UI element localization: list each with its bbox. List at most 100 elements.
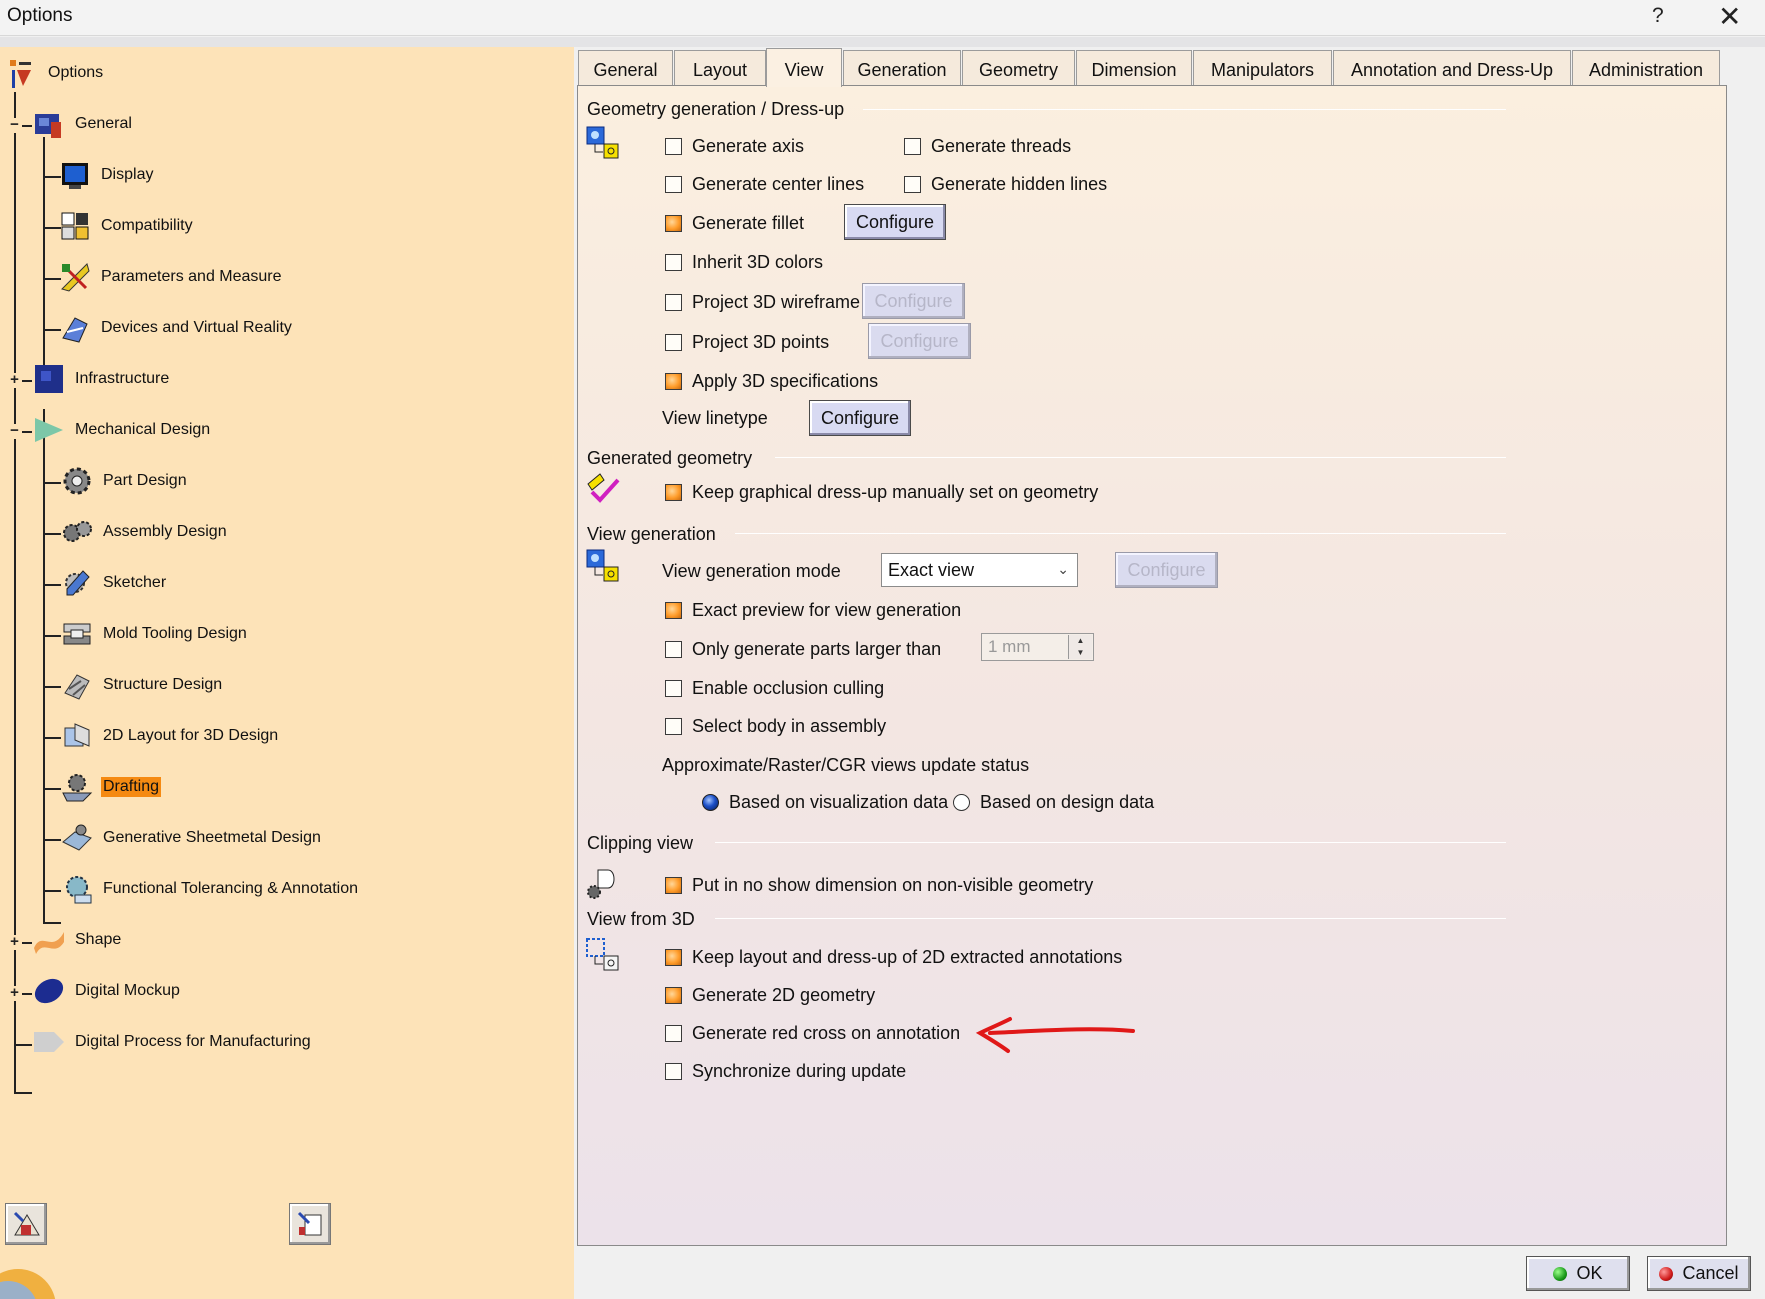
keep-layout-dressup-checkbox[interactable] <box>665 948 682 966</box>
based-on-design-option[interactable]: Based on design data <box>953 789 1154 815</box>
inherit-3d-colors-checkbox[interactable] <box>665 253 682 271</box>
keep-graphical-dressup-option[interactable]: Keep graphical dress-up manually set on … <box>665 479 1098 505</box>
synchronize-update-option[interactable]: Synchronize during update <box>665 1058 906 1084</box>
apply-3d-specifications-option[interactable]: Apply 3D specifications <box>665 368 878 394</box>
generate-red-cross-option[interactable]: Generate red cross on annotation <box>665 1020 960 1046</box>
generate-fillet-checkbox[interactable] <box>665 214 682 232</box>
tab-manipulators[interactable]: Manipulators <box>1193 50 1332 86</box>
expand-shape-toggle[interactable]: + <box>7 934 22 950</box>
tree-node-options[interactable]: Options <box>5 56 105 90</box>
configure-fillet-button[interactable]: Configure <box>844 204 946 240</box>
synchronize-update-checkbox[interactable] <box>665 1062 682 1080</box>
tree-node-sheetmetal[interactable]: Generative Sheetmetal Design <box>60 821 323 855</box>
tab-general[interactable]: General <box>578 50 673 86</box>
cancel-button[interactable]: Cancel <box>1647 1256 1751 1291</box>
tab-view[interactable]: View <box>766 48 842 87</box>
tree-node-dpm[interactable]: Digital Process for Manufacturing <box>32 1025 313 1059</box>
generate-axis-option[interactable]: Generate axis <box>665 133 804 159</box>
tab-dimension[interactable]: Dimension <box>1076 50 1192 86</box>
project-3d-wireframe-option[interactable]: Project 3D wireframe <box>665 289 860 315</box>
based-on-design-radio[interactable] <box>953 793 970 811</box>
inherit-3d-colors-option[interactable]: Inherit 3D colors <box>665 249 823 275</box>
help-button[interactable]: ? <box>1652 4 1664 28</box>
tree-node-digital-mockup[interactable]: Digital Mockup <box>32 974 182 1008</box>
tree-node-mechanical[interactable]: Mechanical Design <box>32 413 212 447</box>
based-on-visualization-radio[interactable] <box>702 793 719 811</box>
expand-digital-mockup-toggle[interactable]: + <box>7 985 22 1001</box>
keep-layout-dressup-option[interactable]: Keep layout and dress-up of 2D extracted… <box>665 944 1122 970</box>
based-on-visualization-option[interactable]: Based on visualization data <box>702 789 948 815</box>
tree-node-parameters[interactable]: Parameters and Measure <box>58 260 284 294</box>
generate-center-lines-checkbox[interactable] <box>665 175 682 193</box>
tree-node-shape[interactable]: Shape <box>32 923 123 957</box>
tree-node-drafting[interactable]: Drafting <box>60 770 162 804</box>
spinner-arrows[interactable]: ▲ ▼ <box>1068 635 1092 659</box>
generated-geometry-icon <box>587 473 620 503</box>
tree-label: Infrastructure <box>75 370 170 387</box>
close-button[interactable]: ✕ <box>1718 0 1741 33</box>
dump-parameters-button[interactable] <box>289 1203 331 1245</box>
select-body-checkbox[interactable] <box>665 717 682 735</box>
tree-node-assembly-design[interactable]: Assembly Design <box>60 515 229 549</box>
generate-2d-geometry-checkbox[interactable] <box>665 986 682 1004</box>
ok-button[interactable]: OK <box>1526 1256 1630 1291</box>
generate-2d-geometry-option[interactable]: Generate 2D geometry <box>665 982 875 1008</box>
tree-node-part-design[interactable]: Part Design <box>60 464 189 498</box>
exact-preview-checkbox[interactable] <box>665 601 682 619</box>
tree-node-general[interactable]: General <box>32 107 134 141</box>
tree-node-ftanda[interactable]: Functional Tolerancing & Annotation <box>60 872 360 906</box>
minimum-size-spinner[interactable]: 1 mm ▲ ▼ <box>981 633 1094 661</box>
reset-options-button[interactable] <box>5 1203 47 1245</box>
collapse-general-toggle[interactable]: − <box>7 117 22 133</box>
tab-layout[interactable]: Layout <box>674 50 766 86</box>
collapse-mechanical-toggle[interactable]: − <box>7 423 22 439</box>
keep-graphical-dressup-checkbox[interactable] <box>665 483 682 501</box>
expand-infrastructure-toggle[interactable]: + <box>7 372 22 388</box>
exact-preview-option[interactable]: Exact preview for view generation <box>665 597 961 623</box>
configure-points-button[interactable]: Configure <box>868 323 971 359</box>
tab-administration[interactable]: Administration <box>1572 50 1720 86</box>
tree-label: Devices and Virtual Reality <box>101 319 292 336</box>
assembly-design-icon <box>60 515 94 549</box>
generate-hidden-lines-checkbox[interactable] <box>904 175 921 193</box>
project-3d-points-checkbox[interactable] <box>665 333 682 351</box>
tree-node-compatibility[interactable]: Compatibility <box>58 209 195 243</box>
generate-fillet-option[interactable]: Generate fillet <box>665 210 804 236</box>
tree-node-display[interactable]: Display <box>58 158 155 192</box>
no-show-dimension-checkbox[interactable] <box>665 876 682 894</box>
tree-line <box>43 482 61 484</box>
generate-threads-option[interactable]: Generate threads <box>904 133 1071 159</box>
tab-generation[interactable]: Generation <box>843 50 961 86</box>
no-show-dimension-option[interactable]: Put in no show dimension on non-visible … <box>665 872 1093 898</box>
tree-node-structure[interactable]: Structure Design <box>60 668 224 702</box>
configure-view-generation-button[interactable]: Configure <box>1115 552 1218 588</box>
tree-node-sketcher[interactable]: Sketcher <box>60 566 168 600</box>
view-generation-mode-select[interactable]: Exact view ⌄ <box>881 553 1078 587</box>
apply-3d-specifications-checkbox[interactable] <box>665 372 682 390</box>
group-title-view-from-3d: View from 3D <box>587 909 695 929</box>
enable-occlusion-culling-option[interactable]: Enable occlusion culling <box>665 675 884 701</box>
tree-label: Shape <box>75 931 122 948</box>
generate-center-lines-option[interactable]: Generate center lines <box>665 171 864 197</box>
project-3d-wireframe-checkbox[interactable] <box>665 293 682 311</box>
only-generate-larger-checkbox[interactable] <box>665 640 682 658</box>
tab-geometry[interactable]: Geometry <box>962 50 1075 86</box>
project-3d-points-option[interactable]: Project 3D points <box>665 329 829 355</box>
configure-linetype-button[interactable]: Configure <box>809 400 911 436</box>
tree-line <box>14 1092 32 1094</box>
tree-node-mold-tooling[interactable]: Mold Tooling Design <box>60 617 249 651</box>
tab-annotation-dress-up[interactable]: Annotation and Dress-Up <box>1333 50 1571 86</box>
enable-occlusion-culling-checkbox[interactable] <box>665 679 682 697</box>
select-body-option[interactable]: Select body in assembly <box>665 713 886 739</box>
generate-red-cross-checkbox[interactable] <box>665 1024 682 1042</box>
only-generate-larger-option[interactable]: Only generate parts larger than <box>665 636 941 662</box>
generate-axis-checkbox[interactable] <box>665 137 682 155</box>
tree-label: Compatibility <box>101 217 193 234</box>
tree-node-infrastructure[interactable]: Infrastructure <box>32 362 171 396</box>
configure-wireframe-button[interactable]: Configure <box>862 283 965 319</box>
generate-hidden-lines-option[interactable]: Generate hidden lines <box>904 171 1107 197</box>
tree-node-2d-layout[interactable]: 2D Layout for 3D Design <box>60 719 280 753</box>
tree-node-devices[interactable]: Devices and Virtual Reality <box>58 311 294 345</box>
synchronize-update-label: Synchronize during update <box>692 1060 907 1081</box>
generate-threads-checkbox[interactable] <box>904 137 921 155</box>
